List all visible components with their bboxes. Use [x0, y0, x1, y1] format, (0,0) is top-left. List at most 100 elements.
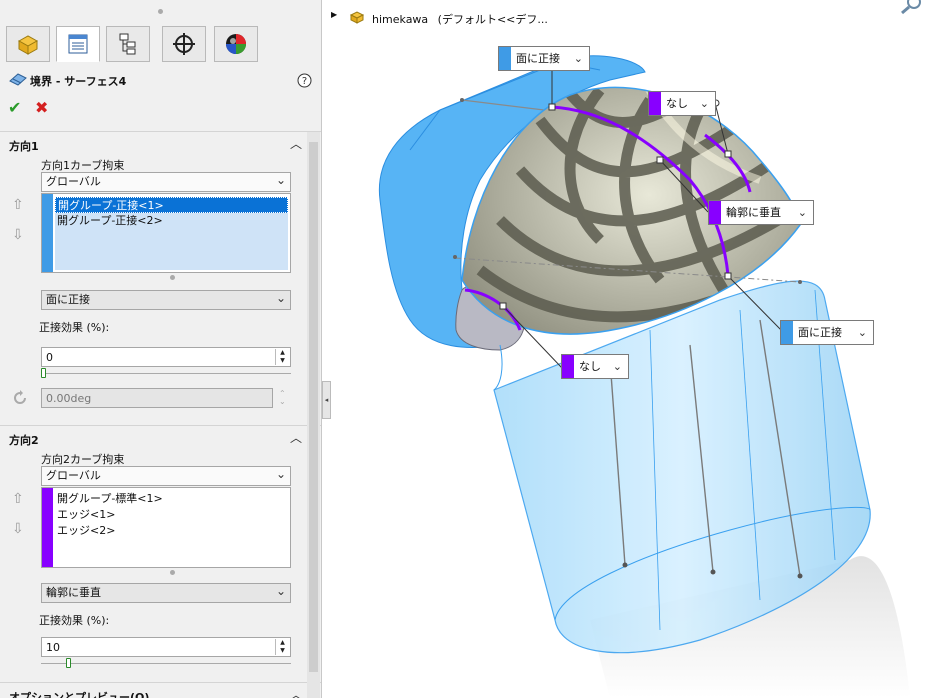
list-item[interactable]: 開グループ-標準<1> [55, 491, 288, 507]
dir1-constraint-value: 面に正接 [46, 293, 90, 306]
dir2-curve-label: 方向2カーブ拘束 [41, 453, 125, 466]
tab-dimxpert[interactable] [162, 26, 206, 62]
dir1-curve-label: 方向1カーブ拘束 [41, 159, 125, 172]
dir1-tangent-label: 正接効果 (%): [39, 321, 110, 334]
tab-configuration-manager[interactable] [106, 26, 150, 62]
dir2-items: 開グループ-標準<1> エッジ<1> エッジ<2> [55, 491, 288, 565]
panel-scrollbar[interactable] [307, 132, 320, 698]
list-item[interactable]: エッジ<2> [55, 523, 288, 539]
dir2-tangent-input[interactable]: 10 ▲ ▼ [41, 637, 291, 657]
dir2-color-swatch [42, 488, 53, 567]
callout-normal-profile[interactable]: 輪郭に垂直 ⌄ [708, 200, 814, 225]
panel-splitter-handle[interactable]: ◂ [322, 381, 331, 419]
chevron-down-icon: ⌄ [275, 173, 286, 187]
dir1-constraint-select[interactable]: 面に正接 ⌄ [41, 290, 291, 310]
list-resize-grip[interactable] [170, 275, 175, 280]
part-name-label: himekawa (デフォルト<<デフ... [372, 11, 548, 27]
tab-display-manager[interactable] [214, 26, 258, 62]
options-header[interactable]: オプションとプレビュー(O) ︿ [0, 682, 321, 698]
chevron-down-icon: ⌄ [275, 291, 286, 305]
tab-property-manager[interactable] [56, 26, 100, 62]
dir2-constraint-select[interactable]: 輪郭に垂直 ⌄ [41, 583, 291, 603]
callout-color [562, 355, 574, 378]
boundary-surface-icon [9, 73, 27, 86]
dir1-color-swatch [42, 194, 53, 272]
callout-none-top[interactable]: なし ⌄ [648, 91, 716, 116]
dir2-tangent-slider-thumb[interactable] [66, 658, 71, 668]
chevron-down-icon: ⌄ [275, 584, 286, 598]
angle-spin-buttons: ⌃ ⌄ [279, 389, 286, 406]
callout-top-tangent[interactable]: 面に正接 ⌄ [498, 46, 590, 71]
chevron-down-icon: ⌄ [275, 467, 286, 481]
chevron-down-icon: ⌄ [699, 97, 709, 110]
callout-text: なし [666, 97, 688, 110]
display-manager-icon [226, 34, 246, 54]
dir2-curve-list[interactable]: 開グループ-標準<1> エッジ<1> エッジ<2> [41, 487, 291, 568]
dimxpert-icon [173, 33, 195, 55]
graphics-viewport[interactable] [331, 0, 933, 698]
configuration-manager-icon [119, 33, 136, 55]
dir2-scope-value: グローバル [46, 469, 101, 482]
feature-manager-icon [17, 35, 39, 55]
collapse-chevron-icon[interactable]: ︿ [290, 135, 302, 152]
callout-text: 面に正接 [798, 326, 842, 339]
dir2-constraint-value: 輪郭に垂直 [46, 586, 101, 599]
list-resize-grip[interactable] [170, 570, 175, 575]
cancel-x-icon: ✖ [35, 98, 49, 117]
dir1-tangent-value: 0 [46, 351, 53, 364]
direction1-header[interactable]: 方向1 ︿ [0, 131, 321, 153]
callout-none-bottom[interactable]: なし ⌄ [561, 354, 629, 379]
move-down-arrow-icon[interactable]: ⇩ [12, 227, 24, 243]
chevron-down-icon: ⌄ [573, 52, 583, 65]
part-icon [349, 11, 365, 24]
part-name: himekawa [372, 13, 429, 26]
move-up-arrow-icon[interactable]: ⇧ [12, 491, 24, 507]
ok-button[interactable]: ✔ [8, 98, 21, 117]
chevron-down-icon: ⌄ [612, 360, 622, 373]
dir1-curve-list[interactable]: 開グループ-正接<1> 開グループ-正接<2> [41, 193, 291, 273]
property-manager-icon [68, 34, 88, 54]
feature-titlebar: 境界 - サーフェス4 ? [0, 66, 321, 92]
dir1-tangent-slider-thumb[interactable] [41, 368, 46, 378]
dir1-angle-input: 0.00deg [41, 388, 273, 408]
callout-color [781, 321, 793, 344]
chevron-down-icon: ⌄ [797, 206, 807, 219]
dir1-scope-select[interactable]: グローバル ⌄ [41, 172, 291, 192]
dir1-scope-value: グローバル [46, 175, 101, 188]
property-manager-panel: 境界 - サーフェス4 ? ✔ ✖ 方向1 ︿ 方向1カーブ拘束 グローバル ⌄… [0, 0, 322, 698]
spin-buttons[interactable]: ▲ ▼ [275, 639, 289, 655]
list-item[interactable]: エッジ<1> [55, 507, 288, 523]
dir1-items: 開グループ-正接<1> 開グループ-正接<2> [55, 197, 288, 270]
list-item[interactable]: 開グループ-正接<2> [55, 213, 288, 229]
svg-text:?: ? [302, 76, 307, 87]
direction1-label: 方向1 [9, 140, 39, 153]
callout-text: なし [579, 360, 601, 373]
dir2-tangent-label: 正接効果 (%): [39, 614, 110, 627]
tab-feature-manager[interactable] [6, 26, 50, 62]
callout-color [649, 92, 661, 115]
callout-right-tangent[interactable]: 面に正接 ⌄ [780, 320, 874, 345]
dir2-tangent-slider-track [41, 663, 291, 664]
dir2-tangent-value: 10 [46, 641, 60, 654]
spin-buttons[interactable]: ▲ ▼ [275, 349, 289, 365]
move-down-arrow-icon[interactable]: ⇩ [12, 521, 24, 537]
callout-color [499, 47, 511, 70]
dir2-scope-select[interactable]: グローバル ⌄ [41, 466, 291, 486]
cancel-button[interactable]: ✖ [35, 98, 48, 117]
move-up-arrow-icon[interactable]: ⇧ [12, 197, 24, 213]
rotate-icon [14, 390, 26, 404]
panel-grip[interactable] [158, 9, 163, 14]
config-name: (デフォルト<<デフ... [437, 13, 548, 26]
dir1-tangent-input[interactable]: 0 ▲ ▼ [41, 347, 291, 367]
options-label: オプションとプレビュー(O) [9, 691, 150, 698]
collapse-chevron-icon[interactable]: ︿ [290, 429, 302, 446]
callout-text: 面に正接 [516, 52, 560, 65]
panel-scrollbar-thumb[interactable] [309, 142, 318, 672]
expand-arrow-icon[interactable]: ▶ [331, 10, 337, 19]
list-item[interactable]: 開グループ-正接<1> [55, 197, 288, 213]
manager-tabbar [0, 24, 321, 64]
help-icon[interactable]: ? [297, 73, 312, 88]
dir1-angle-value: 0.00deg [46, 392, 92, 405]
direction2-header[interactable]: 方向2 ︿ [0, 425, 321, 447]
collapse-chevron-icon[interactable]: ︿ [290, 686, 302, 698]
